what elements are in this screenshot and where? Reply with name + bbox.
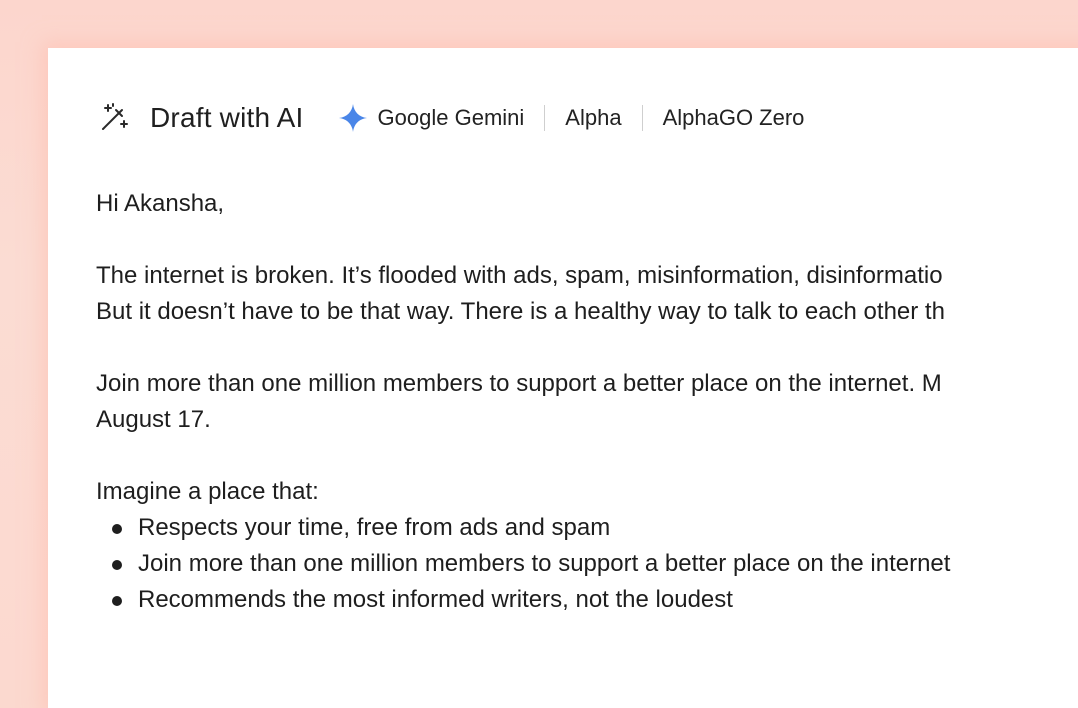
model-label-alpha: Alpha — [565, 105, 622, 130]
model-label-alphago-zero: AlphaGO Zero — [662, 105, 805, 130]
bullet-list: Respects your time, free from ads and sp… — [96, 510, 1078, 618]
bullet-icon — [112, 524, 122, 534]
paragraph-line: August 17. — [96, 406, 211, 433]
bullet-icon — [112, 596, 122, 606]
model-label-google-gemini: Google Gemini — [377, 105, 525, 130]
paragraph-line: Join more than one million members to su… — [96, 370, 942, 397]
email-draft-body[interactable]: Hi Akansha, The internet is broken. It’s… — [96, 186, 1078, 618]
bullet-icon — [112, 560, 122, 570]
magic-wand-icon[interactable] — [98, 101, 132, 135]
model-option-alpha[interactable]: Alpha — [565, 105, 621, 131]
gemini-sparkle-icon — [338, 103, 368, 133]
list-item-text: Join more than one million members to su… — [138, 550, 951, 577]
paragraph-line: The internet is broken. It’s flooded wit… — [96, 262, 943, 289]
list-item-text: Respects your time, free from ads and sp… — [138, 514, 611, 541]
list-item-text: Recommends the most informed writers, no… — [138, 586, 733, 613]
toolbar-divider — [641, 105, 643, 131]
model-option-alphago-zero[interactable]: AlphaGO Zero — [663, 105, 805, 131]
draft-card: Draft with AI Google Gemini Alpha AlphaG… — [48, 48, 1078, 708]
list-intro: Imagine a place that: — [96, 478, 319, 505]
toolbar-divider — [544, 105, 546, 131]
list-item: Recommends the most informed writers, no… — [96, 582, 1078, 618]
list-item: Respects your time, free from ads and sp… — [96, 510, 1078, 546]
draft-with-ai-title: Draft with AI — [150, 102, 304, 133]
paragraph-line: But it doesn’t have to be that way. Ther… — [96, 298, 945, 325]
ai-toolbar: Draft with AI Google Gemini Alpha AlphaG… — [98, 98, 804, 138]
greeting: Hi Akansha, — [96, 190, 225, 217]
list-item: Join more than one million members to su… — [96, 546, 1078, 582]
model-option-google-gemini[interactable]: Google Gemini — [338, 103, 525, 133]
